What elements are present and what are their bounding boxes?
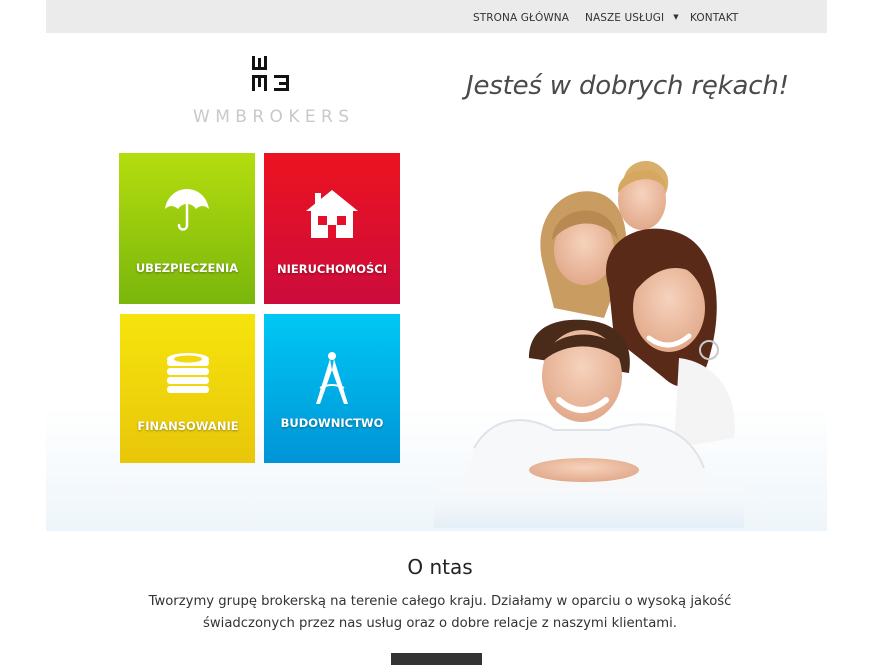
house-icon	[264, 187, 400, 243]
wm-monogram-icon	[252, 56, 289, 91]
read-more-button[interactable]	[391, 653, 482, 665]
family-photo	[434, 160, 744, 528]
logo-wordmark: WMBROKERS	[193, 107, 355, 127]
tile-ubezpieczenia[interactable]: UBEZPIECZENIA	[119, 153, 255, 304]
nav-home-link[interactable]: STRONA GŁÓWNA	[473, 12, 569, 24]
top-navigation-bar: STRONA GŁÓWNA NASZE USŁUGI ▼ KONTAKT	[46, 0, 827, 33]
about-text-line-2: świadczonych przez nas usług oraz o dobr…	[203, 616, 677, 631]
hero-section: WMBROKERS Jesteś w dobrych rękach! UBEZP…	[46, 33, 827, 531]
about-heading: O ntas	[407, 555, 473, 579]
nav-contact-link[interactable]: KONTAKT	[690, 12, 738, 24]
site-logo[interactable]: WMBROKERS	[193, 55, 353, 130]
tile-ubezpieczenia-label: UBEZPIECZENIA	[135, 261, 239, 275]
caret-down-icon: ▼	[673, 13, 679, 21]
umbrella-icon	[119, 187, 255, 237]
tile-finansowanie[interactable]: FINANSOWANIE	[120, 314, 255, 463]
coins-icon	[120, 352, 256, 402]
nav-services-label: NASZE USŁUGI	[585, 12, 665, 24]
tile-finansowanie-label: FINANSOWANIE	[137, 419, 239, 433]
tile-budownictwo[interactable]: BUDOWNICTWO	[264, 314, 400, 463]
compass-icon	[264, 350, 400, 410]
tile-budownictwo-label: BUDOWNICTWO	[280, 416, 384, 430]
about-description: Tworzymy grupę brokerską na terenie całe…	[140, 591, 740, 635]
tile-nieruchomosci[interactable]: NIERUCHOMOŚCI	[264, 153, 400, 304]
nav-services-link[interactable]: NASZE USŁUGI ▼	[585, 12, 679, 24]
tile-nieruchomosci-label: NIERUCHOMOŚCI	[276, 262, 387, 276]
about-text-line-1: Tworzymy grupę brokerską na terenie całe…	[148, 594, 732, 609]
hero-tagline: Jesteś w dobrych rękach!	[466, 71, 789, 101]
